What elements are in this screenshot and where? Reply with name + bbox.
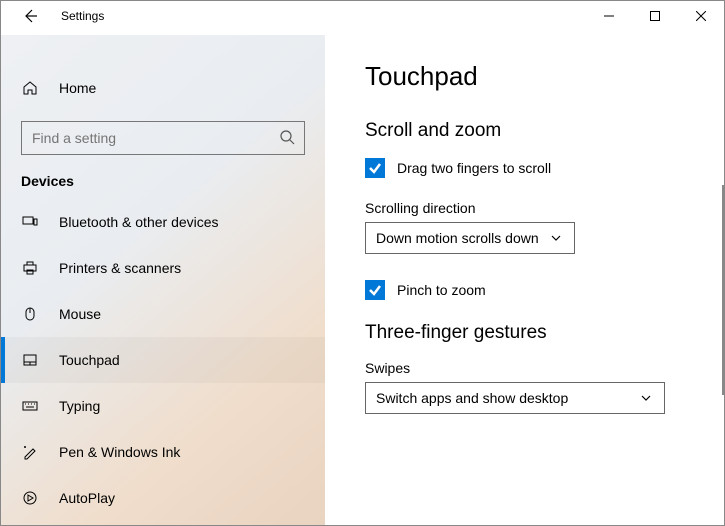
pen-icon xyxy=(21,443,39,461)
checkbox-checked-icon xyxy=(365,158,385,178)
drag-scroll-checkbox-row[interactable]: Drag two fingers to scroll xyxy=(365,158,684,178)
scrolling-direction-dropdown[interactable]: Down motion scrolls down xyxy=(365,222,575,254)
sidebar-item-label: AutoPlay xyxy=(59,490,115,506)
swipes-dropdown[interactable]: Switch apps and show desktop xyxy=(365,382,665,414)
close-button[interactable] xyxy=(678,1,724,31)
sidebar-item-label: Touchpad xyxy=(59,352,120,368)
window-controls xyxy=(586,1,724,31)
sidebar-item-label: Mouse xyxy=(59,306,101,322)
sidebar-item-label: Typing xyxy=(59,398,100,414)
sidebar-item-pen[interactable]: Pen & Windows Ink xyxy=(1,429,325,475)
checkbox-checked-icon xyxy=(365,280,385,300)
main-panel: Touchpad Scroll and zoom Drag two finger… xyxy=(325,35,724,525)
drag-scroll-label: Drag two fingers to scroll xyxy=(397,160,551,176)
sidebar-item-typing[interactable]: Typing xyxy=(1,383,325,429)
search-input[interactable] xyxy=(21,121,305,155)
home-nav[interactable]: Home xyxy=(1,65,325,111)
touchpad-icon xyxy=(21,351,39,369)
home-icon xyxy=(21,79,39,97)
page-title: Touchpad xyxy=(365,61,684,92)
sidebar-item-label: Bluetooth & other devices xyxy=(59,214,219,230)
sidebar-item-printers[interactable]: Printers & scanners xyxy=(1,245,325,291)
dropdown-value: Switch apps and show desktop xyxy=(376,390,568,406)
chevron-down-icon xyxy=(550,231,564,245)
sidebar-item-mouse[interactable]: Mouse xyxy=(1,291,325,337)
autoplay-icon xyxy=(21,489,39,507)
back-button[interactable] xyxy=(21,7,39,25)
three-finger-heading: Three-finger gestures xyxy=(365,322,684,344)
bluetooth-icon xyxy=(21,213,39,231)
scrollbar[interactable] xyxy=(722,185,724,395)
sidebar-item-touchpad[interactable]: Touchpad xyxy=(1,337,325,383)
maximize-button[interactable] xyxy=(632,1,678,31)
settings-window: Settings Home Devices Bluetooth & ot xyxy=(0,0,725,526)
home-label: Home xyxy=(59,80,96,96)
keyboard-icon xyxy=(21,397,39,415)
minimize-button[interactable] xyxy=(586,1,632,31)
scrolling-direction-label: Scrolling direction xyxy=(365,200,684,216)
pinch-zoom-checkbox-row[interactable]: Pinch to zoom xyxy=(365,280,684,300)
sidebar-item-label: Printers & scanners xyxy=(59,260,181,276)
sidebar-item-label: Pen & Windows Ink xyxy=(59,444,180,460)
sidebar-item-autoplay[interactable]: AutoPlay xyxy=(1,475,325,521)
sidebar: Home Devices Bluetooth & other devices P… xyxy=(1,35,325,525)
search-icon xyxy=(279,129,297,147)
mouse-icon xyxy=(21,305,39,323)
swipes-label: Swipes xyxy=(365,360,684,376)
sidebar-section-label: Devices xyxy=(1,173,325,199)
window-title: Settings xyxy=(61,9,104,23)
printer-icon xyxy=(21,259,39,277)
scroll-zoom-heading: Scroll and zoom xyxy=(365,120,684,142)
pinch-zoom-label: Pinch to zoom xyxy=(397,282,486,298)
dropdown-value: Down motion scrolls down xyxy=(376,230,539,246)
titlebar: Settings xyxy=(1,1,724,35)
chevron-down-icon xyxy=(640,391,654,405)
sidebar-item-bluetooth[interactable]: Bluetooth & other devices xyxy=(1,199,325,245)
